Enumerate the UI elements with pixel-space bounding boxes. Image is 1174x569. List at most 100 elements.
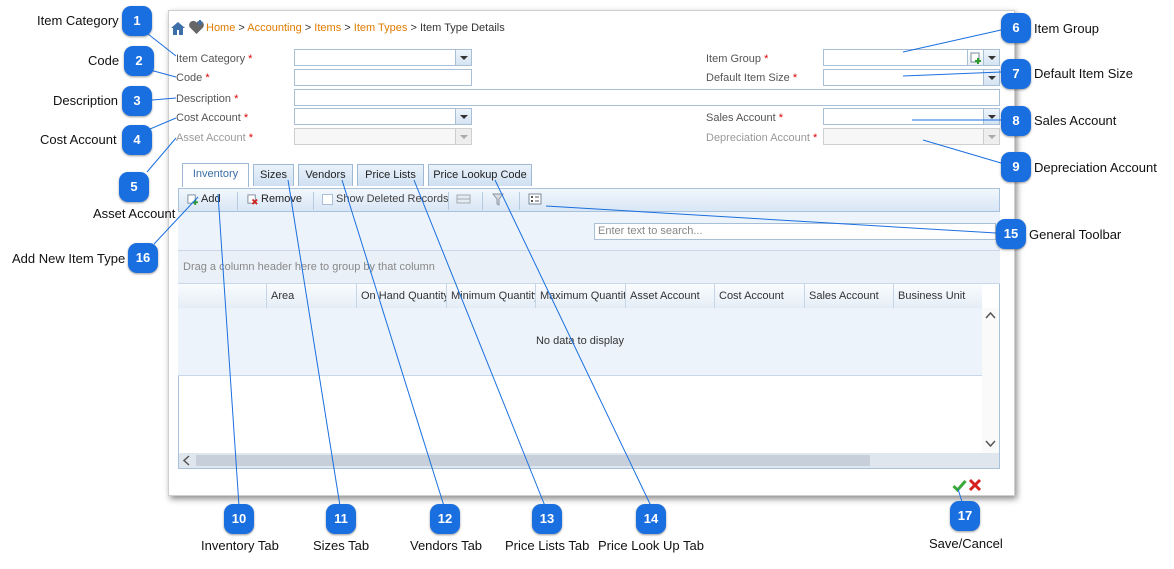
column-header[interactable] xyxy=(178,284,267,308)
chevron-down-icon[interactable] xyxy=(983,109,999,124)
tab-vendors[interactable]: Vendors xyxy=(298,164,353,186)
add-button[interactable]: Add xyxy=(187,193,221,205)
default-item-size-label: Default Item Size * xyxy=(706,72,798,84)
column-header-business-unit[interactable]: Business Unit xyxy=(894,284,982,308)
callout-3-label: Description xyxy=(53,93,119,108)
tab-inventory[interactable]: Inventory xyxy=(182,163,249,187)
column-header-cost-account[interactable]: Cost Account xyxy=(715,284,805,308)
favorite-icon[interactable] xyxy=(188,19,205,36)
breadcrumb-current: Item Type Details xyxy=(419,22,505,34)
callout-10-label: Inventory Tab xyxy=(201,538,279,553)
filter-button[interactable] xyxy=(492,193,504,206)
group-panel[interactable]: Drag a column header here to group by th… xyxy=(178,250,1000,284)
vertical-scrollbar[interactable] xyxy=(982,308,999,453)
callout-1: 1 xyxy=(122,6,152,36)
remove-icon xyxy=(247,193,258,205)
cost-account-label: Cost Account * xyxy=(176,112,249,124)
close-icon xyxy=(968,478,982,492)
description-input[interactable] xyxy=(294,89,1000,106)
callout-4-label: Cost Account xyxy=(40,132,117,147)
column-header-sales-account[interactable]: Sales Account xyxy=(805,284,894,308)
callout-15-label: General Toolbar xyxy=(1029,227,1122,242)
chevron-down-icon[interactable] xyxy=(983,70,999,85)
callout-1-label: Item Category xyxy=(37,13,119,28)
home-icon[interactable] xyxy=(169,19,187,37)
cost-account-select[interactable] xyxy=(294,108,472,125)
callout-2: 2 xyxy=(124,46,154,76)
filter-icon xyxy=(492,193,504,206)
item-category-label: Item Category * xyxy=(176,53,253,65)
callout-11-label: Sizes Tab xyxy=(313,538,370,553)
show-deleted-label: Show Deleted Records xyxy=(336,193,449,205)
checkmark-icon xyxy=(952,480,967,493)
callout-9: 9 xyxy=(1001,152,1031,182)
code-label: Code * xyxy=(176,72,210,84)
callout-6-label: Item Group xyxy=(1034,21,1100,36)
chevron-down-icon[interactable] xyxy=(455,109,471,124)
callout-14: 14 xyxy=(636,504,666,534)
column-chooser-icon xyxy=(528,193,542,205)
breadcrumb-separator: > xyxy=(410,22,417,34)
add-icon xyxy=(970,52,981,64)
breadcrumb-item-types-link[interactable]: Item Types xyxy=(354,22,408,34)
breadcrumb-items-link[interactable]: Items xyxy=(314,22,341,34)
tab-price-lists[interactable]: Price Lists xyxy=(357,164,424,186)
callout-3: 3 xyxy=(122,86,152,116)
grid-header: Area On Hand Quantity Minimum Quantity M… xyxy=(178,284,982,309)
callout-9-label: Depreciation Account xyxy=(1034,160,1157,175)
add-item-group-button[interactable] xyxy=(967,50,983,65)
export-button[interactable] xyxy=(456,193,472,205)
callout-16-label: Add New Item Type xyxy=(12,251,126,266)
horizontal-scroll-thumb[interactable] xyxy=(196,455,870,466)
depreciation-account-label: Depreciation Account * xyxy=(706,132,818,144)
default-item-size-select[interactable] xyxy=(823,69,1000,86)
callout-12: 12 xyxy=(430,504,460,534)
column-header-maximum-quantity[interactable]: Maximum Quantity xyxy=(536,284,626,308)
show-deleted-records-checkbox[interactable]: Show Deleted Records xyxy=(322,193,449,205)
cancel-button[interactable] xyxy=(968,478,982,492)
breadcrumb: Home > Accounting > Items > Item Types >… xyxy=(206,22,505,34)
column-header-minimum-quantity[interactable]: Minimum Quantity xyxy=(447,284,536,308)
chevron-down-icon[interactable] xyxy=(983,50,999,65)
search-input[interactable]: Enter text to search... xyxy=(594,223,996,240)
add-icon xyxy=(187,193,198,205)
column-header-on-hand-quantity[interactable]: On Hand Quantity xyxy=(357,284,447,308)
checkbox-icon xyxy=(322,193,333,205)
item-category-select[interactable] xyxy=(294,49,472,66)
tab-sizes[interactable]: Sizes xyxy=(253,164,294,186)
callout-17: 17 xyxy=(950,501,980,531)
breadcrumb-separator: > xyxy=(304,22,312,34)
callout-16: 16 xyxy=(128,243,158,273)
tab-price-lookup-code[interactable]: Price Lookup Code xyxy=(428,164,532,186)
callout-8-label: Sales Account xyxy=(1034,113,1117,128)
breadcrumb-separator: > xyxy=(238,22,245,34)
callout-4: 4 xyxy=(122,125,152,155)
column-header-area[interactable]: Area xyxy=(267,284,357,308)
callout-11: 11 xyxy=(326,504,356,534)
callout-10: 10 xyxy=(224,504,254,534)
grid-empty-message: No data to display xyxy=(178,308,982,376)
callout-13: 13 xyxy=(532,504,562,534)
depreciation-account-select xyxy=(823,128,1000,145)
column-header-asset-account[interactable]: Asset Account xyxy=(626,284,715,308)
chevron-down-icon xyxy=(983,129,999,144)
general-toolbar: Add Remove Show Deleted Records xyxy=(178,188,1000,212)
remove-button[interactable]: Remove xyxy=(247,193,302,205)
callout-8: 8 xyxy=(1001,106,1031,136)
chevron-down-icon[interactable] xyxy=(455,50,471,65)
save-button[interactable] xyxy=(952,478,967,493)
callout-7-label: Default Item Size xyxy=(1034,66,1133,81)
sales-account-label: Sales Account * xyxy=(706,112,784,124)
breadcrumb-accounting-link[interactable]: Accounting xyxy=(247,22,301,34)
callout-6: 6 xyxy=(1001,13,1031,43)
item-group-label: Item Group * xyxy=(706,53,769,65)
callout-14-label: Price Look Up Tab xyxy=(598,538,704,553)
remove-button-label: Remove xyxy=(261,193,302,205)
callout-13-label: Price Lists Tab xyxy=(505,538,590,553)
sales-account-select[interactable] xyxy=(823,108,1000,125)
code-input[interactable] xyxy=(294,69,472,86)
breadcrumb-home-link[interactable]: Home xyxy=(206,22,235,34)
callout-5: 5 xyxy=(119,172,149,202)
column-chooser-button[interactable] xyxy=(528,193,542,205)
item-group-select[interactable] xyxy=(823,49,1000,66)
